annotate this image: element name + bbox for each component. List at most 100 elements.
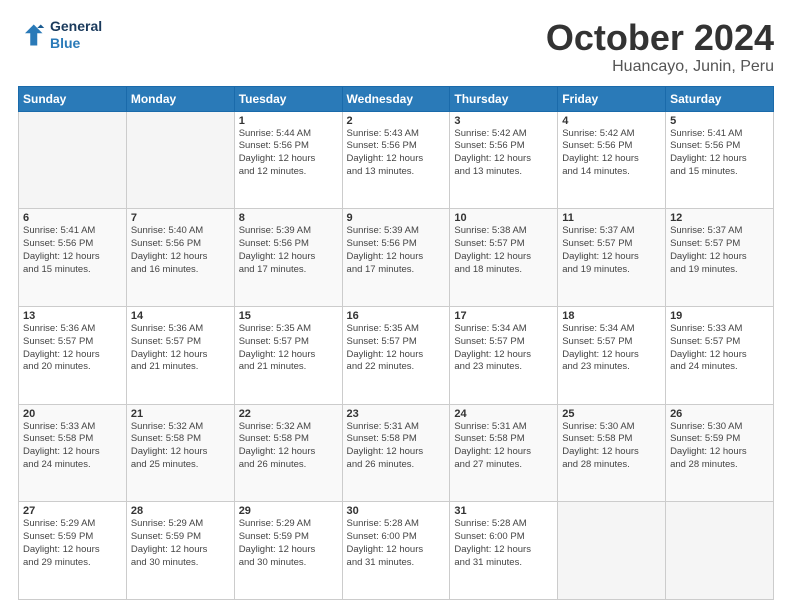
calendar-week-row: 1Sunrise: 5:44 AM Sunset: 5:56 PM Daylig… xyxy=(19,111,774,209)
day-number: 9 xyxy=(347,212,446,224)
calendar-week-row: 13Sunrise: 5:36 AM Sunset: 5:57 PM Dayli… xyxy=(19,306,774,404)
day-number: 30 xyxy=(347,505,446,517)
day-info: Sunrise: 5:34 AM Sunset: 5:57 PM Dayligh… xyxy=(562,323,661,374)
day-info: Sunrise: 5:37 AM Sunset: 5:57 PM Dayligh… xyxy=(670,225,769,276)
day-number: 16 xyxy=(347,310,446,322)
day-of-week-header: Sunday xyxy=(19,86,127,111)
day-info: Sunrise: 5:28 AM Sunset: 6:00 PM Dayligh… xyxy=(454,518,553,569)
day-number: 1 xyxy=(239,115,338,127)
calendar-week-row: 27Sunrise: 5:29 AM Sunset: 5:59 PM Dayli… xyxy=(19,502,774,600)
day-number: 17 xyxy=(454,310,553,322)
logo-icon xyxy=(18,21,46,49)
title-block: October 2024 Huancayo, Junin, Peru xyxy=(546,18,774,76)
calendar-day-cell: 24Sunrise: 5:31 AM Sunset: 5:58 PM Dayli… xyxy=(450,404,558,502)
day-info: Sunrise: 5:36 AM Sunset: 5:57 PM Dayligh… xyxy=(23,323,122,374)
day-number: 7 xyxy=(131,212,230,224)
calendar-day-cell: 15Sunrise: 5:35 AM Sunset: 5:57 PM Dayli… xyxy=(234,306,342,404)
location-title: Huancayo, Junin, Peru xyxy=(546,58,774,76)
day-number: 27 xyxy=(23,505,122,517)
day-number: 14 xyxy=(131,310,230,322)
day-of-week-header: Saturday xyxy=(666,86,774,111)
calendar-day-cell: 30Sunrise: 5:28 AM Sunset: 6:00 PM Dayli… xyxy=(342,502,450,600)
month-title: October 2024 xyxy=(546,18,774,58)
calendar-day-cell: 1Sunrise: 5:44 AM Sunset: 5:56 PM Daylig… xyxy=(234,111,342,209)
day-info: Sunrise: 5:33 AM Sunset: 5:58 PM Dayligh… xyxy=(23,421,122,472)
calendar-week-row: 6Sunrise: 5:41 AM Sunset: 5:56 PM Daylig… xyxy=(19,209,774,307)
day-of-week-header: Thursday xyxy=(450,86,558,111)
calendar-day-cell: 2Sunrise: 5:43 AM Sunset: 5:56 PM Daylig… xyxy=(342,111,450,209)
day-number: 8 xyxy=(239,212,338,224)
calendar-day-cell: 10Sunrise: 5:38 AM Sunset: 5:57 PM Dayli… xyxy=(450,209,558,307)
calendar-day-cell xyxy=(558,502,666,600)
calendar-day-cell: 5Sunrise: 5:41 AM Sunset: 5:56 PM Daylig… xyxy=(666,111,774,209)
day-number: 5 xyxy=(670,115,769,127)
calendar-day-cell xyxy=(666,502,774,600)
day-number: 11 xyxy=(562,212,661,224)
day-number: 29 xyxy=(239,505,338,517)
day-info: Sunrise: 5:34 AM Sunset: 5:57 PM Dayligh… xyxy=(454,323,553,374)
day-info: Sunrise: 5:31 AM Sunset: 5:58 PM Dayligh… xyxy=(347,421,446,472)
day-number: 20 xyxy=(23,408,122,420)
calendar-day-cell: 12Sunrise: 5:37 AM Sunset: 5:57 PM Dayli… xyxy=(666,209,774,307)
day-info: Sunrise: 5:33 AM Sunset: 5:57 PM Dayligh… xyxy=(670,323,769,374)
calendar-table: SundayMondayTuesdayWednesdayThursdayFrid… xyxy=(18,86,774,600)
calendar-day-cell: 18Sunrise: 5:34 AM Sunset: 5:57 PM Dayli… xyxy=(558,306,666,404)
calendar-day-cell: 29Sunrise: 5:29 AM Sunset: 5:59 PM Dayli… xyxy=(234,502,342,600)
day-info: Sunrise: 5:43 AM Sunset: 5:56 PM Dayligh… xyxy=(347,128,446,179)
day-of-week-header: Friday xyxy=(558,86,666,111)
calendar-day-cell: 8Sunrise: 5:39 AM Sunset: 5:56 PM Daylig… xyxy=(234,209,342,307)
day-info: Sunrise: 5:42 AM Sunset: 5:56 PM Dayligh… xyxy=(454,128,553,179)
day-number: 10 xyxy=(454,212,553,224)
day-info: Sunrise: 5:29 AM Sunset: 5:59 PM Dayligh… xyxy=(131,518,230,569)
calendar-day-cell: 9Sunrise: 5:39 AM Sunset: 5:56 PM Daylig… xyxy=(342,209,450,307)
day-number: 2 xyxy=(347,115,446,127)
day-number: 21 xyxy=(131,408,230,420)
day-number: 26 xyxy=(670,408,769,420)
day-info: Sunrise: 5:38 AM Sunset: 5:57 PM Dayligh… xyxy=(454,225,553,276)
calendar-day-cell: 16Sunrise: 5:35 AM Sunset: 5:57 PM Dayli… xyxy=(342,306,450,404)
calendar-day-cell: 17Sunrise: 5:34 AM Sunset: 5:57 PM Dayli… xyxy=(450,306,558,404)
day-number: 28 xyxy=(131,505,230,517)
day-info: Sunrise: 5:35 AM Sunset: 5:57 PM Dayligh… xyxy=(347,323,446,374)
calendar-day-cell: 13Sunrise: 5:36 AM Sunset: 5:57 PM Dayli… xyxy=(19,306,127,404)
day-info: Sunrise: 5:37 AM Sunset: 5:57 PM Dayligh… xyxy=(562,225,661,276)
day-info: Sunrise: 5:41 AM Sunset: 5:56 PM Dayligh… xyxy=(23,225,122,276)
day-info: Sunrise: 5:29 AM Sunset: 5:59 PM Dayligh… xyxy=(23,518,122,569)
day-number: 25 xyxy=(562,408,661,420)
day-number: 4 xyxy=(562,115,661,127)
calendar-day-cell: 20Sunrise: 5:33 AM Sunset: 5:58 PM Dayli… xyxy=(19,404,127,502)
day-info: Sunrise: 5:40 AM Sunset: 5:56 PM Dayligh… xyxy=(131,225,230,276)
day-info: Sunrise: 5:36 AM Sunset: 5:57 PM Dayligh… xyxy=(131,323,230,374)
day-info: Sunrise: 5:39 AM Sunset: 5:56 PM Dayligh… xyxy=(347,225,446,276)
page: General Blue October 2024 Huancayo, Juni… xyxy=(0,0,792,612)
calendar-day-cell: 7Sunrise: 5:40 AM Sunset: 5:56 PM Daylig… xyxy=(126,209,234,307)
day-of-week-header: Monday xyxy=(126,86,234,111)
logo: General Blue xyxy=(18,18,102,52)
calendar-day-cell: 28Sunrise: 5:29 AM Sunset: 5:59 PM Dayli… xyxy=(126,502,234,600)
day-number: 13 xyxy=(23,310,122,322)
day-info: Sunrise: 5:31 AM Sunset: 5:58 PM Dayligh… xyxy=(454,421,553,472)
calendar-day-cell xyxy=(126,111,234,209)
calendar-day-cell: 6Sunrise: 5:41 AM Sunset: 5:56 PM Daylig… xyxy=(19,209,127,307)
day-number: 18 xyxy=(562,310,661,322)
calendar-day-cell: 19Sunrise: 5:33 AM Sunset: 5:57 PM Dayli… xyxy=(666,306,774,404)
calendar-day-cell: 4Sunrise: 5:42 AM Sunset: 5:56 PM Daylig… xyxy=(558,111,666,209)
header: General Blue October 2024 Huancayo, Juni… xyxy=(18,18,774,76)
day-info: Sunrise: 5:32 AM Sunset: 5:58 PM Dayligh… xyxy=(131,421,230,472)
day-info: Sunrise: 5:29 AM Sunset: 5:59 PM Dayligh… xyxy=(239,518,338,569)
logo-text: General Blue xyxy=(50,18,102,52)
day-info: Sunrise: 5:30 AM Sunset: 5:58 PM Dayligh… xyxy=(562,421,661,472)
day-of-week-header: Tuesday xyxy=(234,86,342,111)
calendar-day-cell: 22Sunrise: 5:32 AM Sunset: 5:58 PM Dayli… xyxy=(234,404,342,502)
calendar-day-cell: 26Sunrise: 5:30 AM Sunset: 5:59 PM Dayli… xyxy=(666,404,774,502)
day-info: Sunrise: 5:28 AM Sunset: 6:00 PM Dayligh… xyxy=(347,518,446,569)
day-number: 12 xyxy=(670,212,769,224)
day-number: 19 xyxy=(670,310,769,322)
calendar-day-cell xyxy=(19,111,127,209)
calendar-day-cell: 14Sunrise: 5:36 AM Sunset: 5:57 PM Dayli… xyxy=(126,306,234,404)
calendar-day-cell: 3Sunrise: 5:42 AM Sunset: 5:56 PM Daylig… xyxy=(450,111,558,209)
calendar-day-cell: 21Sunrise: 5:32 AM Sunset: 5:58 PM Dayli… xyxy=(126,404,234,502)
day-info: Sunrise: 5:39 AM Sunset: 5:56 PM Dayligh… xyxy=(239,225,338,276)
day-of-week-header: Wednesday xyxy=(342,86,450,111)
day-info: Sunrise: 5:35 AM Sunset: 5:57 PM Dayligh… xyxy=(239,323,338,374)
